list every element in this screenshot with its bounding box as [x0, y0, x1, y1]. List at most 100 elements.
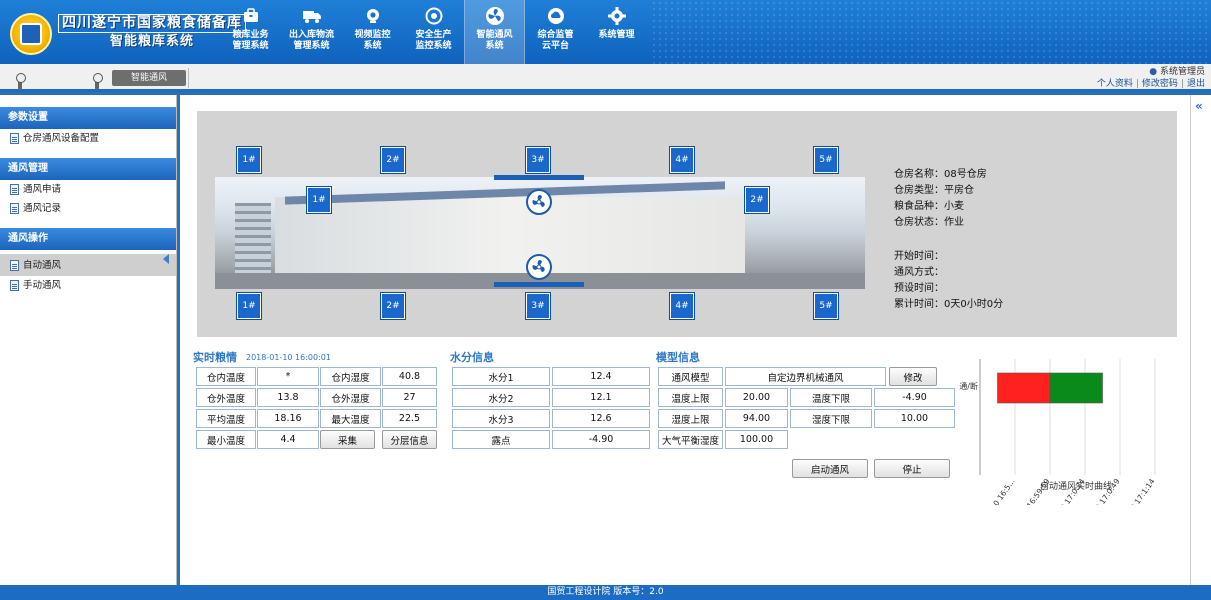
- model-label: 温度下限: [790, 388, 872, 407]
- info-label: 开始时间：: [894, 251, 944, 262]
- info-label: 仓房名称：: [894, 169, 944, 180]
- document-icon: [10, 133, 19, 144]
- nav-item-label: 安全生产 监控系统: [415, 30, 452, 51]
- y-category-label: 通/断: [959, 381, 978, 391]
- vent-button[interactable]: 1#: [237, 293, 261, 319]
- model-label: 通风模型: [658, 367, 723, 386]
- info-label: 通风方式：: [894, 267, 944, 278]
- pin-icon: [16, 73, 26, 90]
- vent-button[interactable]: 2#: [381, 147, 405, 173]
- vent-button[interactable]: 2#: [745, 187, 769, 213]
- x-tick-label: 1-10 16:5...: [984, 477, 1016, 505]
- nav-item-3[interactable]: 安全生产 监控系统: [403, 0, 464, 64]
- right-collapse-panel: «: [1190, 95, 1211, 585]
- sidebar-item[interactable]: 通风申请: [0, 180, 176, 199]
- collect-button[interactable]: 采集: [320, 430, 375, 449]
- nav-item-2[interactable]: 视频监控 系统: [342, 0, 403, 64]
- user-area: ● 系统管理员 个人资料 | 修改密码 | 退出: [1097, 66, 1205, 90]
- double-chevron-left-icon[interactable]: «: [1191, 95, 1211, 113]
- info-value: 作业: [944, 217, 964, 228]
- nav-item-1[interactable]: 出入库物流 管理系统: [281, 0, 342, 64]
- sidebar-group-header[interactable]: 参数设置: [0, 107, 176, 129]
- footer: 国贸工程设计院 版本号：2.0: [0, 585, 1211, 600]
- vent-button[interactable]: 5#: [814, 293, 838, 319]
- x-tick-label: 1-10 17:1:14: [1122, 477, 1157, 505]
- sidebar-item[interactable]: 自动通风: [0, 254, 176, 276]
- edit-model-button[interactable]: 修改: [889, 367, 937, 386]
- sidebar-item-label: 仓房通风设备配置: [23, 133, 100, 144]
- realtime-time: 2018-01-10 16:00:01: [246, 353, 331, 362]
- nav-item-0[interactable]: 粮库业务 管理系统: [220, 0, 281, 64]
- warehouse-panel: 仓房名称：08号仓房 仓房类型：平房仓 粮食品种：小麦 仓房状态：作业 开始时间…: [197, 111, 1177, 337]
- cloud-icon: [546, 6, 566, 26]
- info-label: 粮食品种：: [894, 201, 944, 212]
- realtime-value: 13.8: [257, 388, 319, 407]
- nav-item-5[interactable]: 综合监管 云平台: [525, 0, 586, 64]
- sidebar-item[interactable]: 手动通风: [0, 276, 176, 295]
- vent-button[interactable]: 5#: [814, 147, 838, 173]
- pin-icon: [93, 73, 103, 90]
- realtime-value: 22.5: [382, 409, 437, 428]
- sidebar-item-label: 自动通风: [23, 259, 62, 271]
- nav-item-label: 综合监管 云平台: [537, 30, 574, 51]
- layer-info-button[interactable]: 分层信息: [382, 430, 437, 449]
- moisture-label: 露点: [452, 430, 550, 449]
- fan-icon[interactable]: [526, 254, 552, 280]
- realtime-value: 4.4: [257, 430, 319, 449]
- info-value: 平房仓: [944, 185, 974, 196]
- fan-bar-top: [494, 175, 584, 180]
- realtime-label: 仓内温度: [196, 367, 256, 386]
- vent-button[interactable]: 4#: [670, 147, 694, 173]
- tab-smart-ventilation[interactable]: 智能通风: [112, 70, 186, 86]
- info-label: 仓房类型：: [894, 185, 944, 196]
- vent-button[interactable]: 2#: [381, 293, 405, 319]
- top-nav: 粮库业务 管理系统 出入库物流 管理系统 视频监控 系统 安全生产 监控系统 智能通风 …: [220, 0, 647, 64]
- info-value: 0天0小时0分: [944, 299, 1004, 310]
- truck-icon: [302, 6, 322, 26]
- vent-button[interactable]: 1#: [237, 147, 261, 173]
- vent-button[interactable]: 3#: [526, 147, 550, 173]
- nav-item-label: 视频监控 系统: [354, 30, 391, 51]
- nav-item-4[interactable]: 智能通风 系统: [464, 0, 525, 64]
- nav-item-6[interactable]: 系统管理: [586, 0, 647, 64]
- stop-button[interactable]: 停止: [874, 459, 950, 478]
- sidebar-item[interactable]: 仓房通风设备配置: [0, 129, 176, 148]
- gear-icon: [607, 6, 627, 26]
- model-title: 模型信息: [656, 351, 700, 364]
- warehouse-info: 仓房名称：08号仓房 仓房类型：平房仓 粮食品种：小麦 仓房状态：作业: [894, 167, 987, 231]
- realtime-title: 实时粮情: [193, 351, 237, 364]
- moisture-label: 水分2: [452, 388, 550, 407]
- model-value: 10.00: [874, 409, 955, 428]
- nav-item-label: 出入库物流 管理系统: [288, 30, 334, 51]
- shield-gear-icon: [424, 6, 444, 26]
- briefcase-icon: [241, 6, 261, 26]
- sidebar-item[interactable]: 通风记录: [0, 199, 176, 218]
- moisture-value: 12.1: [552, 388, 650, 407]
- sidebar-group-header[interactable]: 通风操作: [0, 228, 176, 250]
- document-icon: [10, 184, 19, 195]
- model-value: 20.00: [725, 388, 788, 407]
- fan-icon[interactable]: [526, 189, 552, 215]
- ventilation-info: 开始时间： 通风方式： 预设时间： 累计时间：0天0小时0分: [894, 249, 1003, 313]
- user-icon: ●: [1149, 67, 1158, 77]
- model-value: 94.00: [725, 409, 788, 428]
- chart-caption: 自动通风实时曲线: [1040, 482, 1113, 492]
- sidebar-group-header[interactable]: 通风管理: [0, 158, 176, 180]
- model-label: 温度上限: [658, 388, 723, 407]
- sidebar: 参数设置仓房通风设备配置通风管理 通风申请 通风记录通风操作自动通风手动通风: [0, 95, 177, 585]
- change-password-link[interactable]: 修改密码: [1142, 79, 1178, 89]
- start-ventilation-button[interactable]: 启动通风: [792, 459, 868, 478]
- vent-button[interactable]: 3#: [526, 293, 550, 319]
- nav-item-label: 智能通风 系统: [476, 30, 513, 51]
- user-name-row: ● 系统管理员: [1097, 66, 1205, 78]
- vent-button[interactable]: 1#: [307, 187, 331, 213]
- camera-icon: [363, 6, 383, 26]
- realtime-label: 最大温度: [320, 409, 381, 428]
- chart-bar-segment: [997, 372, 1051, 404]
- sidebar-collapse-icon[interactable]: [163, 254, 169, 264]
- info-value: 小麦: [944, 201, 964, 212]
- vent-button[interactable]: 4#: [670, 293, 694, 319]
- profile-link[interactable]: 个人资料: [1097, 79, 1133, 89]
- moisture-value: -4.90: [552, 430, 650, 449]
- logout-link[interactable]: 退出: [1187, 79, 1205, 89]
